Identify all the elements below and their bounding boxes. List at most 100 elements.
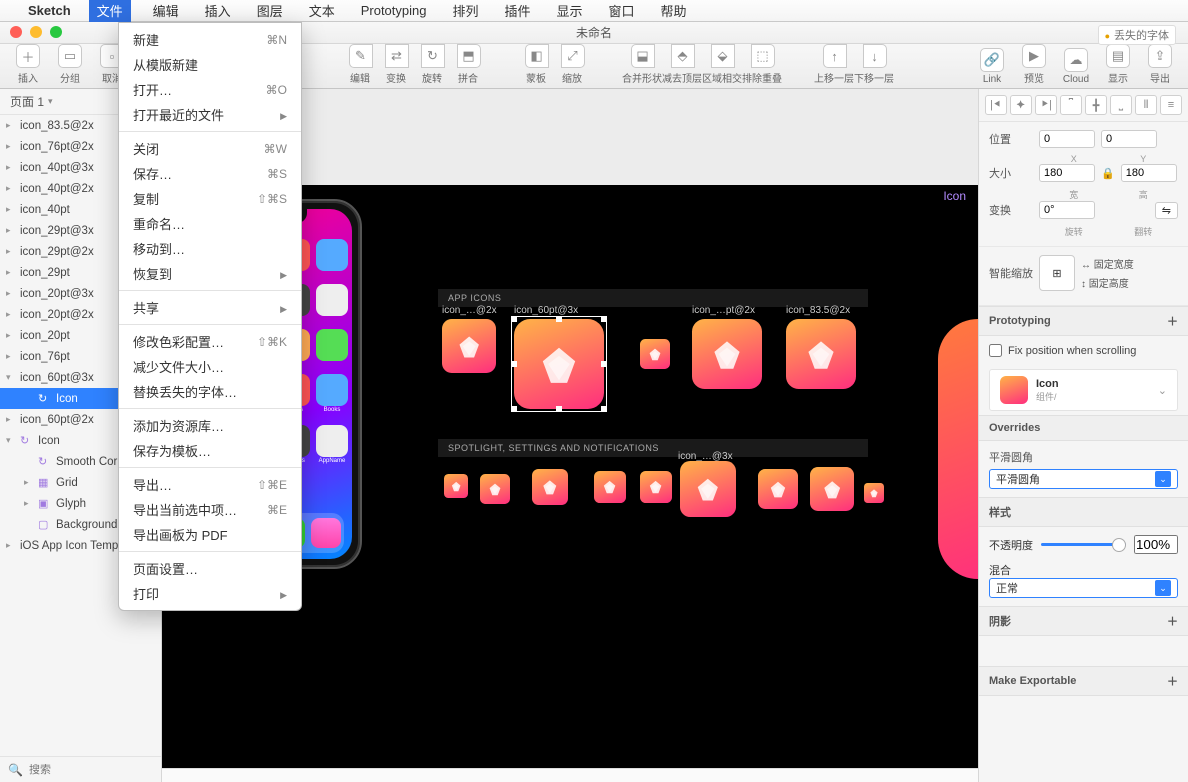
missing-fonts-badge[interactable]: 丢失的字体 [1098, 25, 1176, 45]
menu-item[interactable]: 共享 [119, 295, 301, 320]
toolbar-拼合[interactable]: ⬒拼合 [450, 44, 486, 85]
blend-select[interactable]: 正常⌄ [989, 578, 1178, 598]
toolbar-显示[interactable]: ▤显示 [1100, 44, 1136, 85]
file-menu-dropdown[interactable]: 新建⌘N从模版新建打开…⌘O打开最近的文件关闭⌘W保存…⌘S复制⇧⌘S重命名…移… [118, 22, 302, 611]
toolbar-上移一层[interactable]: ↑上移一层 [814, 44, 854, 85]
menu-file[interactable]: 文件 [89, 0, 131, 22]
add-shadow-icon[interactable]: ＋ [1167, 613, 1178, 629]
menu-item[interactable]: 重命名… [119, 211, 301, 236]
align-center-h-icon[interactable]: ⯌ [1010, 95, 1032, 115]
menu-item[interactable]: 修改色彩配置…⇧⌘K [119, 329, 301, 354]
toolbar-Cloud[interactable]: ☁Cloud [1058, 48, 1094, 85]
app-icon-artboard[interactable] [786, 319, 856, 389]
menu-item[interactable]: 打开最近的文件 [119, 102, 301, 127]
fix-position-checkbox[interactable]: Fix position when scrolling [989, 344, 1178, 357]
menu-item[interactable]: 从模版新建 [119, 52, 301, 77]
app-icon-artboard[interactable] [758, 469, 798, 509]
menu-prototyping[interactable]: Prototyping [357, 1, 431, 20]
menu-item[interactable]: 导出画板为 PDF [119, 522, 301, 547]
app-icon-artboard[interactable] [680, 461, 736, 517]
app-name[interactable]: Sketch [28, 3, 71, 18]
menu-item[interactable]: 恢复到 [119, 261, 301, 286]
menu-view[interactable]: 显示 [553, 0, 587, 22]
align-top-icon[interactable]: ⎴ [1060, 95, 1082, 115]
toolbar-旋转[interactable]: ↻旋转 [414, 44, 450, 85]
menu-text[interactable]: 文本 [305, 0, 339, 22]
app-icon-artboard[interactable] [442, 319, 496, 373]
zoom-icon[interactable] [50, 26, 62, 38]
app-icon-artboard[interactable] [640, 339, 670, 369]
menu-plugins[interactable]: 插件 [501, 0, 535, 22]
app-icon-artboard[interactable] [864, 483, 884, 503]
toolbar-合并形状[interactable]: ⬓合并形状 [622, 44, 662, 85]
override-select[interactable]: 平滑圆角⌄ [989, 469, 1178, 489]
menu-item[interactable]: 导出当前选中项…⌘E [119, 497, 301, 522]
menu-item[interactable]: 保存为模板… [119, 438, 301, 463]
menu-item[interactable]: 替换丢失的字体… [119, 379, 301, 404]
toolbar-编辑[interactable]: ✎编辑 [342, 44, 378, 85]
toolbar-区域相交[interactable]: ⬙区域相交 [702, 44, 742, 85]
minimize-icon[interactable] [30, 26, 42, 38]
menu-item[interactable]: 打印 [119, 581, 301, 606]
menu-layer[interactable]: 图层 [253, 0, 287, 22]
menu-item[interactable]: 移动到… [119, 236, 301, 261]
toolbar-分组[interactable]: ▭分组 [52, 44, 88, 85]
menu-window[interactable]: 窗口 [605, 0, 639, 22]
toolbar-排除重叠[interactable]: ⬚排除重叠 [742, 44, 782, 85]
align-center-v-icon[interactable]: ╋ [1085, 95, 1107, 115]
toolbar-Link[interactable]: 🔗Link [974, 48, 1010, 85]
search-input[interactable] [29, 764, 171, 776]
align-right-icon[interactable]: ⯈| [1035, 95, 1057, 115]
distribute-v-icon[interactable]: ≡ [1160, 95, 1182, 115]
app-icon-artboard[interactable] [444, 474, 468, 498]
menu-item[interactable]: 关闭⌘W [119, 136, 301, 161]
chevron-down-icon[interactable]: ⌄ [1158, 384, 1167, 397]
y-input[interactable] [1101, 130, 1157, 148]
alignment-controls[interactable]: |⯇ ⯌ ⯈| ⎴ ╋ ⎵ ⫴ ≡ [979, 89, 1188, 122]
height-input[interactable] [1121, 164, 1177, 182]
add-export-icon[interactable]: ＋ [1167, 673, 1178, 689]
toolbar-减去顶层[interactable]: ⬘减去顶层 [662, 44, 702, 85]
toolbar-变换[interactable]: ⇄变换 [378, 44, 414, 85]
lock-icon[interactable]: 🔒 [1101, 167, 1115, 180]
app-icon-artboard[interactable] [692, 319, 762, 389]
app-icon-artboard[interactable] [480, 474, 510, 504]
opacity-slider[interactable] [1041, 543, 1126, 546]
app-icon-artboard[interactable] [594, 471, 626, 503]
menu-help[interactable]: 帮助 [657, 0, 691, 22]
menu-item[interactable]: 导出…⇧⌘E [119, 472, 301, 497]
x-input[interactable] [1039, 130, 1095, 148]
menu-item[interactable]: 打开…⌘O [119, 77, 301, 102]
menu-edit[interactable]: 编辑 [149, 0, 183, 22]
layer-search[interactable]: 🔍 [0, 756, 161, 782]
menu-item[interactable]: 页面设置… [119, 556, 301, 581]
app-icon-artboard[interactable] [640, 471, 672, 503]
close-icon[interactable] [10, 26, 22, 38]
menu-item[interactable]: 减少文件大小… [119, 354, 301, 379]
distribute-h-icon[interactable]: ⫴ [1135, 95, 1157, 115]
resize-constraints-icon[interactable]: ⊞ [1039, 255, 1075, 291]
fix-width-toggle[interactable]: ↔ 固定宽度 [1081, 256, 1134, 271]
align-left-icon[interactable]: |⯇ [985, 95, 1007, 115]
align-bottom-icon[interactable]: ⎵ [1110, 95, 1132, 115]
toolbar-缩放[interactable]: ⤢缩放 [554, 44, 590, 85]
toolbar-预览[interactable]: ▶预览 [1016, 44, 1052, 85]
traffic-lights[interactable] [10, 26, 62, 38]
app-icon-artboard[interactable] [532, 469, 568, 505]
toolbar-下移一层[interactable]: ↓下移一层 [854, 44, 894, 85]
menu-item[interactable]: 添加为资源库… [119, 413, 301, 438]
opacity-input[interactable] [1134, 535, 1178, 554]
toolbar-导出[interactable]: ⇪导出 [1142, 44, 1178, 85]
menu-insert[interactable]: 插入 [201, 0, 235, 22]
menu-item[interactable]: 保存…⌘S [119, 161, 301, 186]
menu-arrange[interactable]: 排列 [448, 0, 482, 22]
flip-h-icon[interactable]: ⇋ [1155, 202, 1178, 219]
fix-height-toggle[interactable]: ↕ 固定高度 [1081, 275, 1134, 290]
toolbar-插入[interactable]: ＋插入 [10, 44, 46, 85]
menu-item[interactable]: 复制⇧⌘S [119, 186, 301, 211]
menu-item[interactable]: 新建⌘N [119, 27, 301, 52]
symbol-instance-row[interactable]: Icon 组件/ ⌄ [989, 369, 1178, 411]
horizontal-scrollbar[interactable] [162, 768, 978, 782]
rotate-input[interactable] [1039, 201, 1095, 219]
toolbar-蒙板[interactable]: ◧蒙板 [518, 44, 554, 85]
